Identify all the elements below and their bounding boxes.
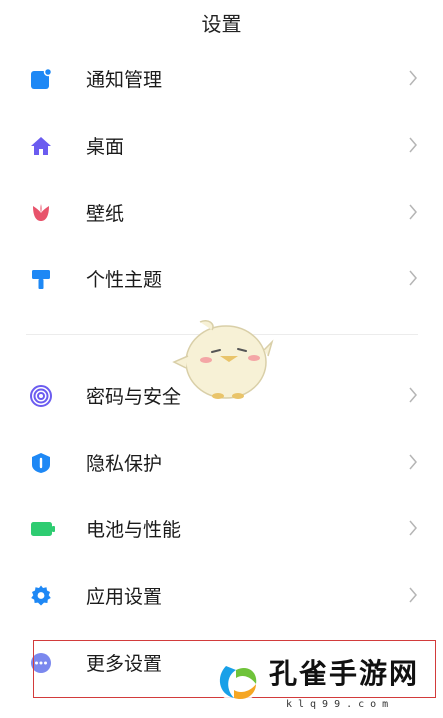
settings-item-label: 个性主题 xyxy=(86,269,163,291)
settings-item-wallpaper[interactable]: 壁纸 xyxy=(0,188,443,236)
gear-icon xyxy=(31,585,51,606)
settings-item-app-settings[interactable]: 应用设置 xyxy=(0,571,443,619)
chevron-right-icon xyxy=(409,454,417,470)
notification-icon xyxy=(31,68,52,89)
mascot-bird-icon xyxy=(172,319,274,399)
chevron-right-icon xyxy=(409,204,417,220)
settings-item-notifications[interactable]: 通知管理 xyxy=(0,54,443,102)
settings-item-label: 通知管理 xyxy=(86,69,163,91)
watermark-text: 孔雀手游网 xyxy=(269,657,420,690)
chevron-right-icon xyxy=(409,520,417,536)
settings-item-label: 密码与安全 xyxy=(86,386,182,408)
chevron-right-icon xyxy=(409,137,417,153)
settings-item-battery[interactable]: 电池与性能 xyxy=(0,504,443,552)
theme-brush-icon xyxy=(32,270,50,289)
chevron-right-icon xyxy=(409,270,417,286)
settings-item-theme[interactable]: 个性主题 xyxy=(0,254,443,302)
settings-item-privacy[interactable]: 隐私保护 xyxy=(0,438,443,486)
settings-item-label: 电池与性能 xyxy=(86,519,182,541)
watermark-url: klq99.com xyxy=(286,699,395,710)
home-icon xyxy=(31,137,51,155)
battery-icon xyxy=(31,522,55,536)
wallpaper-icon xyxy=(33,204,49,221)
settings-item-label: 应用设置 xyxy=(86,586,163,608)
settings-item-label: 壁纸 xyxy=(86,203,125,225)
page-title: 设置 xyxy=(201,12,242,36)
privacy-shield-icon xyxy=(32,453,50,473)
chevron-right-icon xyxy=(409,70,417,86)
settings-item-label: 隐私保护 xyxy=(86,453,163,475)
settings-item-label: 桌面 xyxy=(86,136,125,158)
settings-item-desktop[interactable]: 桌面 xyxy=(0,121,443,169)
chevron-right-icon xyxy=(409,587,417,603)
chevron-right-icon xyxy=(409,387,417,403)
fingerprint-icon xyxy=(30,385,52,407)
